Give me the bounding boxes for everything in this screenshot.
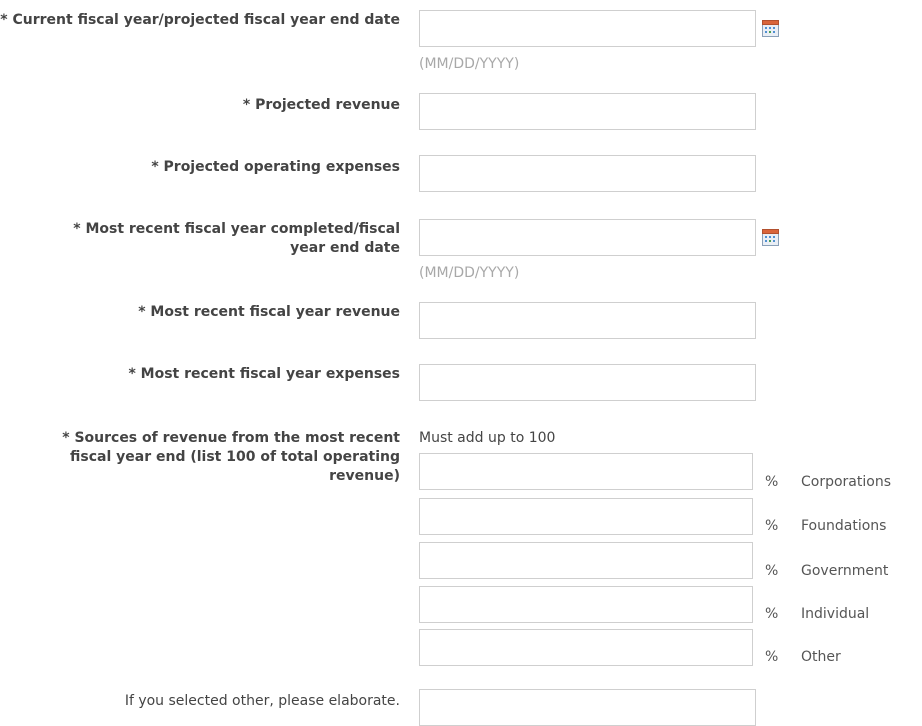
source-corporations-input[interactable] bbox=[419, 453, 753, 490]
recent-expenses-label: * Most recent fiscal year expenses bbox=[128, 366, 400, 382]
percent-sign: % bbox=[765, 606, 779, 622]
source-other-input[interactable] bbox=[419, 629, 753, 666]
percent-sign: % bbox=[765, 563, 779, 579]
percent-sign: % bbox=[765, 518, 779, 534]
source-other-label: Other bbox=[801, 649, 841, 665]
source-individual-label: Individual bbox=[801, 606, 870, 622]
calendar-icon[interactable] bbox=[762, 229, 779, 246]
recent-fy-end-input[interactable] bbox=[419, 219, 756, 256]
projected-revenue-label: * Projected revenue bbox=[242, 97, 400, 113]
current-fy-end-input[interactable] bbox=[419, 10, 756, 47]
source-government-input[interactable] bbox=[419, 542, 753, 579]
source-corporations-label: Corporations bbox=[801, 474, 891, 490]
projected-revenue-input[interactable] bbox=[419, 93, 756, 130]
revenue-sources-note: Must add up to 100 bbox=[419, 430, 556, 446]
percent-sign: % bbox=[765, 474, 779, 490]
recent-expenses-input[interactable] bbox=[419, 364, 756, 401]
recent-fy-end-format-hint: (MM/DD/YYYY) bbox=[419, 265, 520, 281]
other-elaborate-input[interactable] bbox=[419, 689, 756, 726]
projected-expenses-input[interactable] bbox=[419, 155, 756, 192]
recent-revenue-label: * Most recent fiscal year revenue bbox=[138, 304, 400, 320]
recent-fy-end-label: * Most recent fiscal year completed/fisc… bbox=[73, 221, 400, 256]
current-fy-end-label: * Current fiscal year/projected fiscal y… bbox=[0, 12, 400, 28]
recent-revenue-input[interactable] bbox=[419, 302, 756, 339]
source-foundations-label: Foundations bbox=[801, 518, 887, 534]
other-elaborate-label: If you selected other, please elaborate. bbox=[124, 693, 400, 709]
percent-sign: % bbox=[765, 649, 779, 665]
current-fy-end-format-hint: (MM/DD/YYYY) bbox=[419, 56, 520, 72]
source-individual-input[interactable] bbox=[419, 586, 753, 623]
calendar-icon[interactable] bbox=[762, 20, 779, 37]
projected-expenses-label: * Projected operating expenses bbox=[151, 159, 400, 175]
source-foundations-input[interactable] bbox=[419, 498, 753, 535]
revenue-sources-label: * Sources of revenue from the most recen… bbox=[62, 430, 400, 484]
source-government-label: Government bbox=[801, 563, 889, 579]
